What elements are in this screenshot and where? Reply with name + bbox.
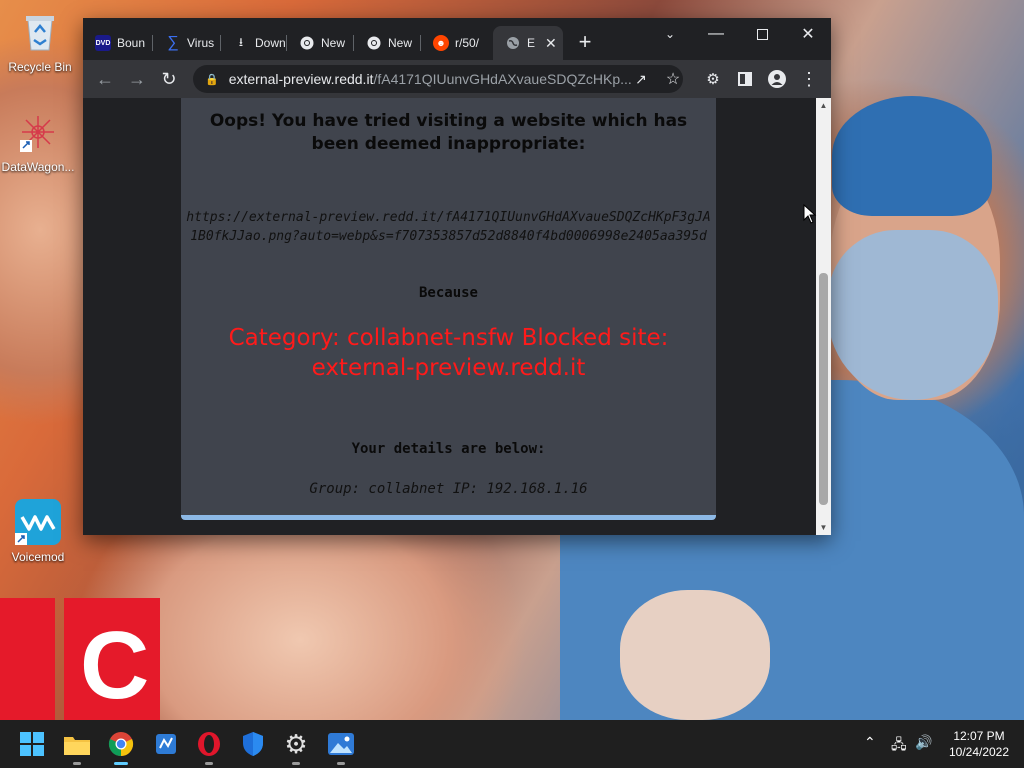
taskbar-opera[interactable] — [193, 728, 225, 765]
tab-1[interactable]: DVD Boun — [83, 26, 153, 60]
tab-label: E — [527, 36, 536, 50]
block-notice-panel: Oops! You have tried visiting a website … — [181, 98, 716, 520]
opera-icon — [198, 732, 220, 756]
tab-4[interactable]: New — [287, 26, 354, 60]
tab-label: Virus — [187, 36, 215, 50]
close-tab-icon[interactable]: ✕ — [545, 35, 557, 52]
taskbar-settings[interactable]: ⚙ — [280, 728, 312, 765]
wallpaper-mask — [828, 230, 998, 400]
scroll-down-arrow-icon[interactable]: ▼ — [816, 520, 831, 535]
file-explorer-icon — [64, 737, 90, 755]
desktop-icon-voicemod[interactable]: Voicemod — [0, 498, 76, 564]
datawagon-icon — [14, 108, 62, 156]
tab-label: Down — [255, 36, 286, 50]
chrome-icon — [299, 35, 315, 51]
recycle-bin-icon — [16, 8, 64, 56]
taskbar-app[interactable] — [150, 728, 182, 760]
profile-avatar-icon[interactable] — [763, 65, 791, 93]
scroll-up-arrow-icon[interactable]: ▲ — [816, 98, 831, 113]
defender-icon — [243, 732, 263, 756]
tab-label: New — [321, 36, 346, 50]
browser-toolbar: ← → ↻ 🔒 external-preview.redd.it/fA4171Q… — [83, 60, 831, 98]
maximize-button[interactable] — [739, 18, 785, 50]
tab-label: Boun — [117, 36, 146, 50]
taskbar-chrome[interactable] — [105, 728, 137, 765]
taskbar-photos[interactable] — [325, 728, 357, 765]
tab-strip: DVD Boun ∑ Virus ⭳ Down New New ☻ r/50/ — [83, 18, 831, 60]
new-tab-button[interactable]: + — [573, 31, 597, 55]
page-viewport: Oops! You have tried visiting a website … — [83, 98, 816, 535]
close-window-button[interactable]: ✕ — [785, 18, 831, 50]
desktop-icon-label: Recycle Bin — [8, 60, 72, 74]
tab-active[interactable]: E ✕ — [493, 26, 563, 60]
block-heading: Oops! You have tried visiting a website … — [209, 111, 688, 154]
bookmark-star-icon[interactable]: ☆ — [659, 65, 687, 93]
download-icon: ⭳ — [238, 34, 244, 49]
reddit-icon: ☻ — [433, 35, 449, 51]
virustotal-icon: ∑ — [167, 34, 179, 51]
minimize-button[interactable]: — — [693, 18, 739, 50]
taskbar-defender[interactable] — [237, 728, 269, 760]
start-icon — [20, 732, 44, 756]
forward-button[interactable]: → — [123, 65, 151, 93]
show-hidden-icons-chevron-icon[interactable]: ⌃ — [864, 734, 876, 751]
desktop-icon-label: Voicemod — [11, 550, 65, 564]
photos-icon — [328, 733, 354, 755]
app-icon — [156, 734, 176, 754]
wallpaper-hand — [620, 590, 770, 720]
address-host: external-preview.redd.it — [228, 71, 374, 87]
chrome-icon — [366, 35, 382, 51]
clock-time: 12:07 PM — [953, 729, 1005, 743]
volume-icon[interactable]: 🔊 — [915, 734, 932, 751]
tab-label: New — [388, 36, 413, 50]
side-panel-icon[interactable] — [731, 65, 759, 93]
extensions-icon[interactable]: ⚙ — [699, 65, 727, 93]
wallpaper-cap — [832, 96, 992, 216]
browser-window: DVD Boun ∑ Virus ⭳ Down New New ☻ r/50/ — [83, 18, 831, 535]
tab-search-chevron-icon[interactable]: ⌄ — [647, 18, 693, 50]
back-button[interactable]: ← — [91, 65, 119, 93]
system-clock[interactable]: 12:07 PM 10/24/2022 — [940, 728, 1018, 760]
mouse-cursor-icon — [803, 204, 817, 224]
block-reason: Category: collabnet-nsfw Blocked site: e… — [228, 325, 669, 381]
blocked-url: https://external-preview.redd.it/fA4171Q… — [186, 210, 711, 244]
scrollbar-thumb[interactable] — [819, 273, 828, 505]
wallpaper-vlc-logo: C — [0, 598, 160, 720]
lock-icon[interactable]: 🔒 — [205, 73, 219, 86]
desktop-icon-datawagon[interactable]: DataWagon... — [0, 108, 76, 174]
taskbar: ⚙ ⌃ 🖧 🔊 12:07 PM 10/24/2022 — [0, 720, 1024, 768]
address-bar[interactable]: 🔒 external-preview.redd.it/fA4171QIUunvG… — [193, 65, 683, 93]
tab-6[interactable]: ☻ r/50/ — [421, 26, 491, 60]
address-path: /fA4171QIUunvGHdAXvaueSDQZcHKp... — [373, 71, 632, 87]
globe-icon — [505, 35, 521, 51]
chrome-icon — [108, 732, 134, 757]
tab-3[interactable]: ⭳ Down — [221, 26, 287, 60]
taskbar-file-explorer[interactable] — [61, 728, 93, 765]
network-icon[interactable]: 🖧 — [891, 734, 907, 758]
desktop-icon-label: DataWagon... — [1, 160, 75, 174]
reload-button[interactable]: ↻ — [155, 65, 183, 93]
voicemod-icon — [14, 498, 62, 546]
tab-label: r/50/ — [455, 36, 480, 50]
share-icon[interactable]: ↗ — [627, 65, 655, 93]
start-button[interactable] — [16, 728, 48, 760]
dvd-icon: DVD — [95, 35, 111, 51]
tab-5[interactable]: New — [354, 26, 421, 60]
because-label: Because — [418, 285, 478, 301]
group-ip-info: Group: collabnet IP: 192.168.1.16 — [309, 481, 588, 497]
desktop-icon-recycle-bin[interactable]: Recycle Bin — [2, 8, 78, 74]
menu-kebab-icon[interactable]: ⋮ — [795, 65, 823, 93]
clock-date: 10/24/2022 — [948, 745, 1010, 759]
details-label: Your details are below: — [351, 441, 546, 457]
vertical-scrollbar[interactable]: ▲ ▼ — [816, 98, 831, 535]
tab-2[interactable]: ∑ Virus — [153, 26, 221, 60]
settings-icon: ⚙ — [284, 729, 308, 759]
